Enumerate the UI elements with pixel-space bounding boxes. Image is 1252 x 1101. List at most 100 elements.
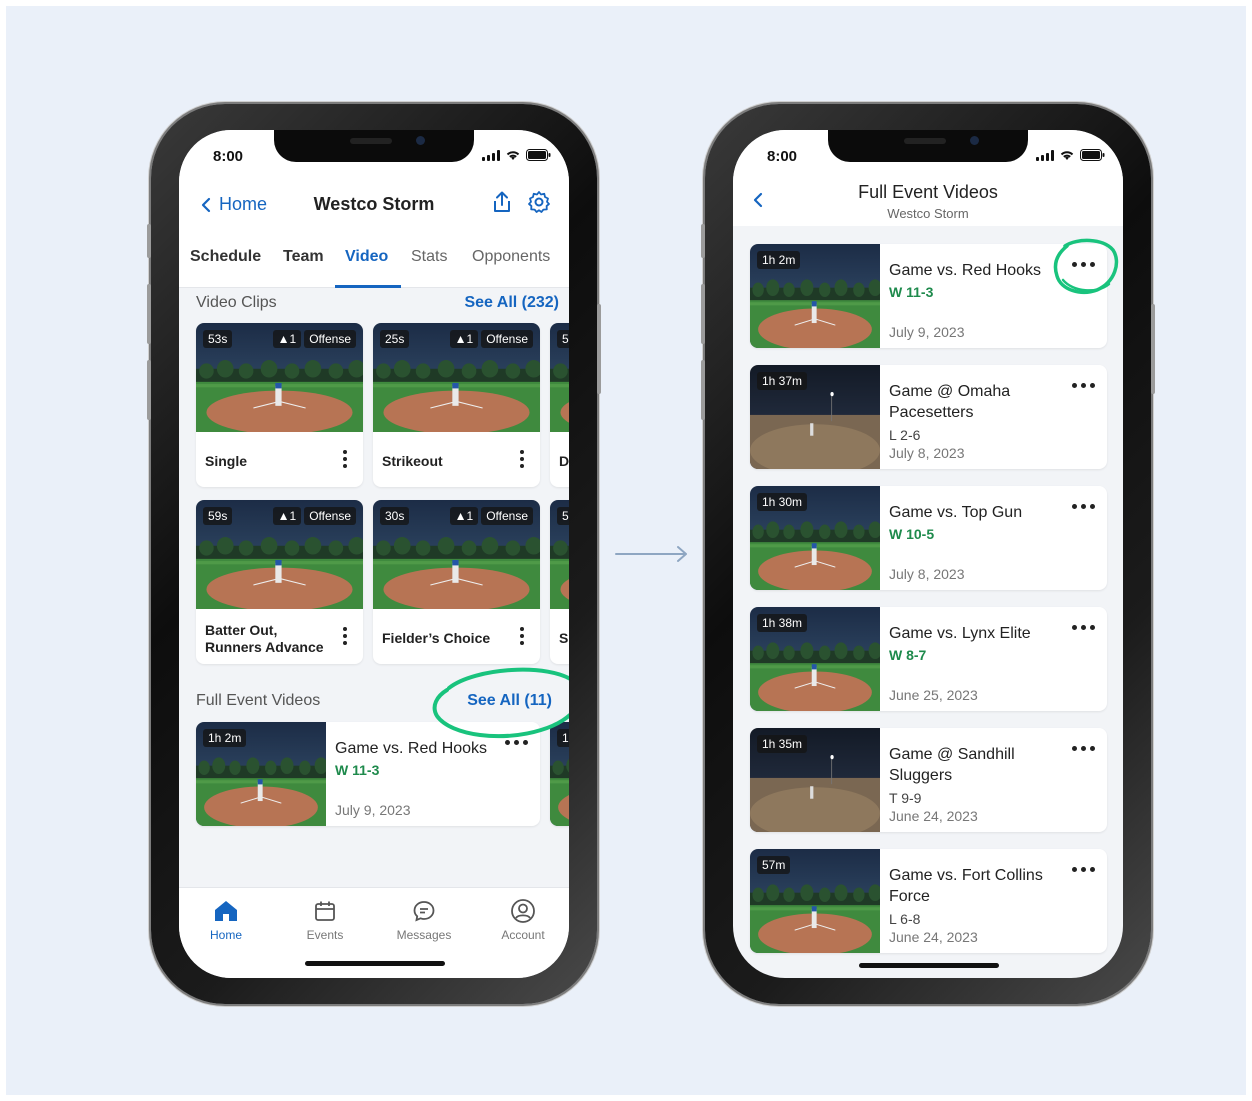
event-date: July 8, 2023 — [889, 566, 965, 582]
more-horizontal-icon[interactable] — [1072, 383, 1095, 388]
section-title-clips: Video Clips — [196, 294, 277, 311]
tabbar-label: Home — [209, 928, 242, 942]
phone-left: 8:00 Home Westco Storm Schedule Team Vid… — [147, 104, 601, 1004]
event-title: Game vs. Red Hooks — [889, 262, 1042, 279]
section-title-events: Full Event Videos — [196, 692, 321, 709]
event-title: Game vs. Fort Collins Force — [889, 867, 1043, 905]
more-horizontal-icon[interactable] — [1072, 746, 1095, 751]
duration-badge: 5 — [557, 507, 569, 525]
tab-video[interactable]: Video — [345, 248, 388, 266]
arrow-right-icon — [615, 546, 687, 562]
clip-label: D — [559, 453, 569, 469]
event-result: W 8-7 — [889, 647, 927, 663]
event-result: L 2-6 — [889, 427, 921, 443]
clip-card[interactable]: 30s ▲1 Offense Fielder’s Choice — [373, 500, 540, 664]
duration-badge: 1h 2m — [203, 729, 247, 747]
more-horizontal-icon[interactable] — [1072, 867, 1095, 872]
event-card[interactable]: 1h 35m Game @ Sandhill Sluggers T 9-9 June … — [750, 728, 1107, 832]
tab-schedule[interactable]: Schedule — [190, 248, 261, 266]
top-header: Full Event Videos Westco Storm — [733, 174, 1123, 226]
clip-label: Strikeout — [382, 453, 443, 469]
account-icon — [511, 899, 535, 923]
clip-label: Si — [559, 630, 569, 646]
more-vertical-icon[interactable] — [520, 450, 524, 471]
clip-card[interactable]: 59s ▲1 Offense Batter Out, Runners Advanc… — [196, 500, 363, 664]
tabbar-label: Events — [306, 928, 344, 942]
wifi-icon — [1059, 149, 1075, 161]
duration-badge: 1h 35m — [757, 735, 808, 753]
screen-left: 8:00 Home Westco Storm Schedule Team Vid… — [179, 130, 569, 978]
clip-card[interactable]: 25s ▲1 Offense Strikeout — [373, 323, 540, 487]
count-badge: ▲1 — [449, 330, 479, 348]
duration-badge: 57m — [757, 856, 791, 874]
tabbar-messages[interactable]: Messages — [384, 896, 464, 942]
duration-badge: 5 — [557, 330, 569, 348]
tabbar-account[interactable]: Account — [483, 896, 563, 942]
event-date: June 24, 2023 — [889, 929, 978, 945]
duration-badge: 30s — [380, 507, 410, 525]
share-icon[interactable] — [491, 190, 513, 214]
clip-card-peek[interactable]: 5 Si — [550, 500, 569, 664]
event-result: W 10-5 — [889, 526, 935, 542]
event-title: Game vs. Lynx Elite — [889, 625, 1031, 642]
chat-icon — [413, 901, 435, 922]
event-card[interactable]: 1h 37m Game @ Omaha Pacesetters L 2-6 July … — [750, 365, 1107, 469]
count-badge: ▲1 — [272, 507, 302, 525]
event-result: T 9-9 — [889, 790, 922, 806]
home-indicator — [305, 961, 445, 966]
more-horizontal-icon[interactable] — [1072, 625, 1095, 630]
event-title: Game vs. Top Gun — [889, 504, 1023, 521]
event-result: W 11-3 — [335, 762, 380, 778]
event-title: Game @ Omaha Pacesetters — [889, 383, 1011, 421]
tab-bar: Schedule Team Video Stats Opponents — [179, 236, 569, 288]
event-result: W 11-3 — [889, 284, 934, 300]
screen-right: 8:00 Full Event Videos Westco Storm 1h 2… — [733, 130, 1123, 978]
active-tab-indicator — [335, 285, 401, 288]
page-subtitle: Westco Storm — [887, 206, 969, 221]
event-card[interactable]: 57m Game vs. Fort Collins Force L 6-8 June … — [750, 849, 1107, 953]
tag-badge: Offense — [481, 507, 533, 525]
tab-opponents[interactable]: Opponents — [472, 248, 550, 266]
calendar-icon — [315, 901, 335, 921]
battery-icon — [1080, 149, 1105, 161]
tabbar-label: Account — [501, 928, 545, 942]
top-header: Home Westco Storm Schedule Team Video St… — [179, 174, 569, 288]
duration-badge: 1h 38m — [757, 614, 808, 632]
signal-icon — [482, 149, 500, 161]
bottom-tab-bar: Home Events Messages Account — [179, 887, 569, 978]
clip-label: Batter Out, Runners Advance — [205, 622, 324, 655]
more-vertical-icon[interactable] — [520, 627, 524, 648]
tabbar-home[interactable]: Home — [186, 896, 266, 942]
tabbar-label: Messages — [396, 928, 452, 942]
home-icon — [215, 901, 237, 921]
event-date: June 24, 2023 — [889, 808, 978, 824]
event-card[interactable]: 1h 38m Game vs. Lynx Elite W 8-7 June 25, 2… — [750, 607, 1107, 711]
signal-icon — [1036, 149, 1054, 161]
status-time: 8:00 — [213, 148, 244, 165]
count-badge: ▲1 — [449, 507, 479, 525]
event-result: L 6-8 — [889, 911, 921, 927]
tab-stats[interactable]: Stats — [411, 248, 447, 266]
duration-badge: 1h 37m — [757, 372, 808, 390]
tabbar-events[interactable]: Events — [285, 896, 365, 942]
more-horizontal-icon[interactable] — [1072, 504, 1095, 509]
more-vertical-icon[interactable] — [343, 450, 347, 471]
count-badge: ▲1 — [272, 330, 302, 348]
event-date: June 25, 2023 — [889, 687, 978, 703]
duration-badge: 53s — [203, 330, 233, 348]
status-time: 8:00 — [767, 148, 798, 165]
clip-card-peek[interactable]: 5 D — [550, 323, 569, 487]
phone-right: 8:00 Full Event Videos Westco Storm 1h 2… — [701, 104, 1155, 1004]
tag-badge: Offense — [481, 330, 533, 348]
tag-badge: Offense — [304, 507, 356, 525]
event-title: Game @ Sandhill Sluggers — [889, 746, 1015, 784]
gear-icon[interactable] — [527, 190, 551, 214]
see-all-clips-link[interactable]: See All (232) — [464, 294, 559, 312]
event-card[interactable]: 1h 30m Game vs. Top Gun W 10-5 July 8, 2023 — [750, 486, 1107, 590]
highlight-circle — [1053, 238, 1119, 295]
duration-badge: 1h 2m — [757, 251, 801, 269]
clip-card[interactable]: 53s ▲1 Offense Single — [196, 323, 363, 487]
tab-team[interactable]: Team — [283, 248, 324, 266]
more-vertical-icon[interactable] — [343, 627, 347, 648]
event-date: July 9, 2023 — [335, 802, 411, 818]
